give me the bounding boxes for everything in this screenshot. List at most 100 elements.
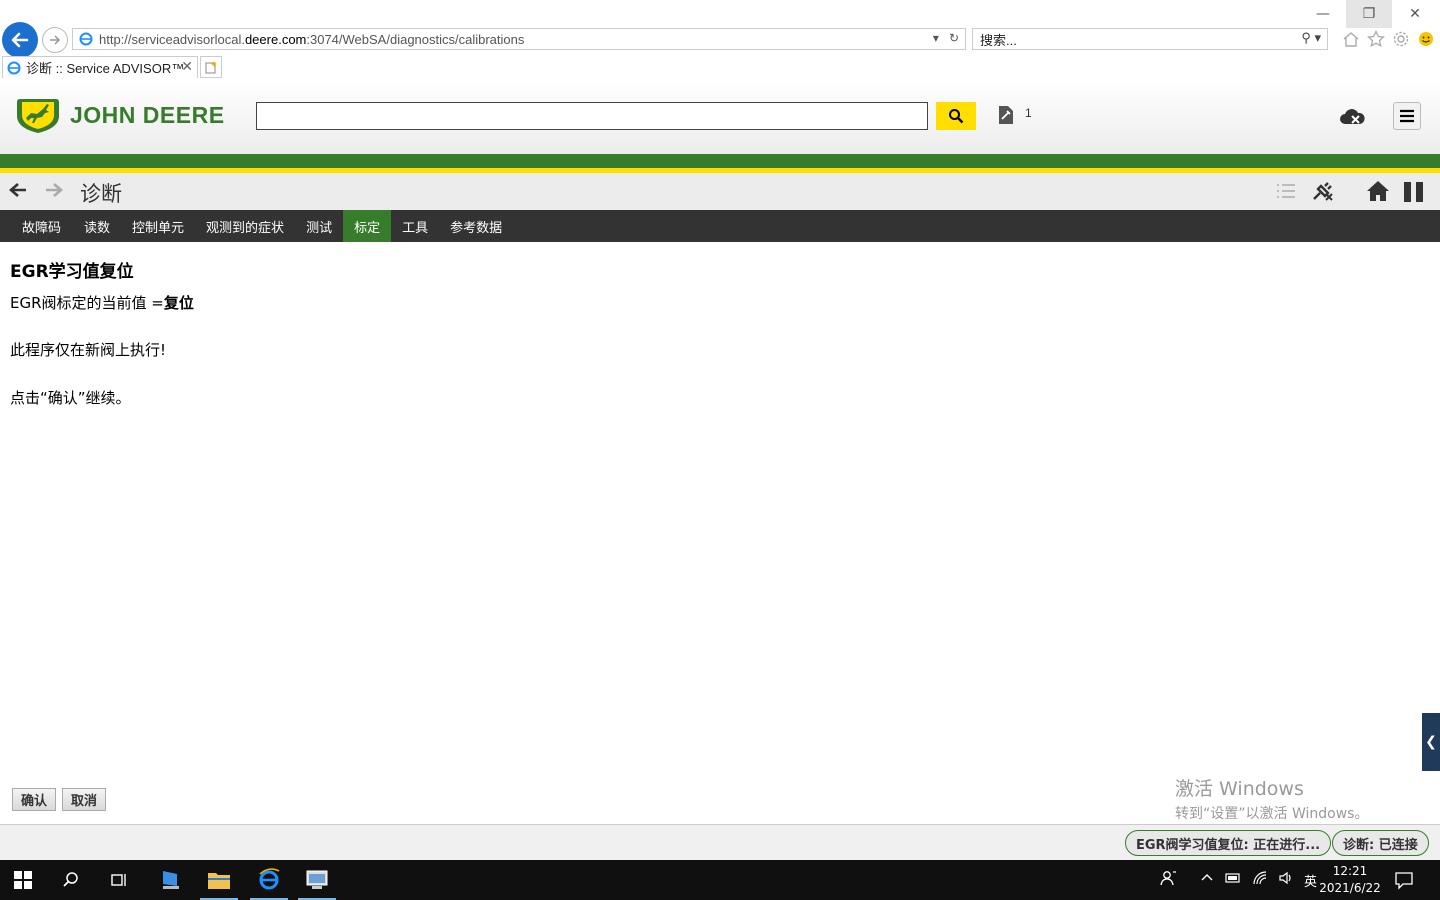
close-tab-icon[interactable]: ✕ <box>181 58 193 75</box>
minimize-button[interactable]: — <box>1300 0 1346 28</box>
value-label: EGR阀标定的当前值 = <box>10 294 164 312</box>
gear-icon[interactable] <box>1390 28 1411 49</box>
confirm-button[interactable]: 确认 <box>12 788 57 811</box>
search-dropdown-icon[interactable]: ⚲ ▾ <box>1301 30 1321 46</box>
browser-search-box[interactable]: 搜索... ⚲ ▾ <box>972 28 1328 50</box>
tab-control-units[interactable]: 控制单元 <box>121 210 195 242</box>
status-bar: EGR阀学习值复位: 正在进行... 诊断: 已连接 <box>0 824 1440 860</box>
tab-readings[interactable]: 读数 <box>73 210 121 242</box>
browser-search-placeholder: 搜索... <box>980 32 1017 48</box>
calibration-note: 此程序仅在新阀上执行! <box>10 341 167 359</box>
taskbar-internet-explorer[interactable] <box>246 860 292 900</box>
main-search-input[interactable] <box>256 102 928 130</box>
taskbar-file-explorer[interactable] <box>196 860 242 900</box>
watermark-line2: 转到“设置”以激活 Windows。 <box>1175 806 1369 822</box>
ime-indicator[interactable]: 英 <box>1304 871 1317 890</box>
tab-calibrations[interactable]: 标定 <box>343 210 392 242</box>
close-window-button[interactable]: ✕ <box>1392 0 1438 28</box>
search-icon <box>63 872 78 887</box>
tab-tests[interactable]: 测试 <box>295 210 343 242</box>
tab-fault-codes[interactable]: 故障码 <box>10 210 73 242</box>
page-back-button[interactable] <box>8 181 28 203</box>
watermark-line1: 激活 Windows <box>1175 778 1304 800</box>
browser-forward-button[interactable] <box>42 27 68 53</box>
address-bar[interactable]: http://serviceadvisorlocal. deere.com:307… <box>72 28 966 50</box>
tools-count: 1 <box>1025 106 1032 120</box>
tools-icon[interactable] <box>996 105 1016 129</box>
john-deere-logo[interactable]: JOHN DEERE <box>16 96 225 134</box>
restore-button[interactable]: ❐ <box>1346 0 1392 28</box>
page-header-bar: 诊断 <box>0 173 1440 210</box>
arrow-left-icon <box>11 32 29 48</box>
windows-taskbar: 英 12:21 2021/6/22 <box>0 860 1440 900</box>
ie-icon <box>259 868 280 890</box>
value-text: 复位 <box>163 294 194 312</box>
deer-logo-icon <box>17 99 59 133</box>
url-host: deere.com <box>244 31 307 47</box>
new-tab-icon <box>205 61 217 74</box>
smiley-icon[interactable] <box>1415 28 1436 49</box>
windows-logo-icon <box>14 871 32 889</box>
url-suffix: :3074/WebSA/diagnostics/calibrations <box>306 31 525 47</box>
cloud-disconnected-icon[interactable] <box>1338 106 1366 132</box>
app-header: JOHN DEERE 1 <box>0 80 1440 154</box>
app-window-icon <box>306 870 328 889</box>
pc-app-icon <box>163 871 179 889</box>
windows-activation-watermark: 激活 Windows 转到“设置”以激活 Windows。 <box>1175 774 1368 823</box>
tab-tools[interactable]: 工具 <box>391 210 439 242</box>
task-view-icon <box>111 874 126 886</box>
browser-chrome: — ❐ ✕ http://serviceadvisorlocal. deere.c… <box>0 0 1440 80</box>
arrow-right-icon <box>50 35 61 45</box>
brand-stripe-green <box>0 154 1440 168</box>
arrow-right-icon <box>46 183 63 197</box>
new-tab-button[interactable] <box>200 56 222 78</box>
hamburger-icon <box>1400 109 1414 123</box>
taskbar-app-service-advisor[interactable] <box>148 860 194 900</box>
task-view-button[interactable] <box>96 860 142 900</box>
clock-date: 2021/6/22 <box>1319 881 1381 895</box>
taskbar-search-button[interactable] <box>48 860 94 900</box>
disconnected-plug-icon[interactable] <box>1311 180 1335 206</box>
battery-icon[interactable] <box>1224 871 1242 889</box>
people-icon[interactable] <box>1160 869 1178 891</box>
menu-button[interactable] <box>1393 102 1421 130</box>
pause-icon[interactable] <box>1403 181 1425 207</box>
browser-back-button[interactable] <box>2 22 38 58</box>
cancel-button[interactable]: 取消 <box>62 788 107 811</box>
refresh-icon[interactable]: ↻ <box>949 31 959 45</box>
system-tray: 英 <box>1160 860 1317 900</box>
url-prefix: http://serviceadvisorlocal. <box>99 31 245 47</box>
start-button[interactable] <box>0 860 46 900</box>
clock-time: 12:21 <box>1332 864 1368 878</box>
tab-title: 诊断 :: Service ADVISOR™ <box>26 61 185 76</box>
search-button[interactable] <box>936 102 976 130</box>
chevron-left-icon: ❮ <box>1425 734 1437 750</box>
home-icon[interactable] <box>1366 180 1390 206</box>
calibration-current-value: EGR阀标定的当前值 =复位 <box>10 292 194 313</box>
tab-observed-symptoms[interactable]: 观测到的症状 <box>195 210 295 242</box>
side-panel-toggle[interactable]: ❮ <box>1422 713 1440 771</box>
tab-reference-data[interactable]: 参考数据 <box>439 210 513 242</box>
taskbar-app-window[interactable] <box>294 860 340 900</box>
browser-tab[interactable]: 诊断 :: Service ADVISOR™ ✕ <box>2 56 198 78</box>
task-status-badge[interactable]: EGR阀学习值复位: 正在进行... <box>1125 830 1332 856</box>
brand-name: JOHN DEERE <box>70 101 225 128</box>
calibration-title: EGR学习值复位 <box>10 262 134 282</box>
arrow-left-icon <box>9 183 26 197</box>
folder-icon <box>208 873 230 889</box>
network-icon[interactable] <box>1252 870 1268 890</box>
diagnostics-tabs: 故障码 读数 控制单元 观测到的症状 测试 标定 工具 参考数据 <box>0 210 1440 242</box>
dropdown-icon[interactable]: ▾ <box>933 31 939 45</box>
calibration-instruction: 点击“确认”继续。 <box>10 389 131 407</box>
list-icon[interactable] <box>1276 182 1296 204</box>
search-icon <box>949 109 964 124</box>
page-forward-button[interactable] <box>44 181 64 203</box>
page-title: 诊断 <box>80 182 122 206</box>
chevron-up-icon[interactable] <box>1200 871 1214 889</box>
notification-center-icon[interactable] <box>1394 870 1414 894</box>
volume-icon[interactable] <box>1278 870 1294 890</box>
home-icon[interactable] <box>1340 28 1361 49</box>
system-clock[interactable]: 12:21 2021/6/22 <box>1318 863 1382 897</box>
connection-status-badge[interactable]: 诊断: 已连接 <box>1332 830 1429 856</box>
favorites-star-icon[interactable] <box>1365 28 1386 49</box>
